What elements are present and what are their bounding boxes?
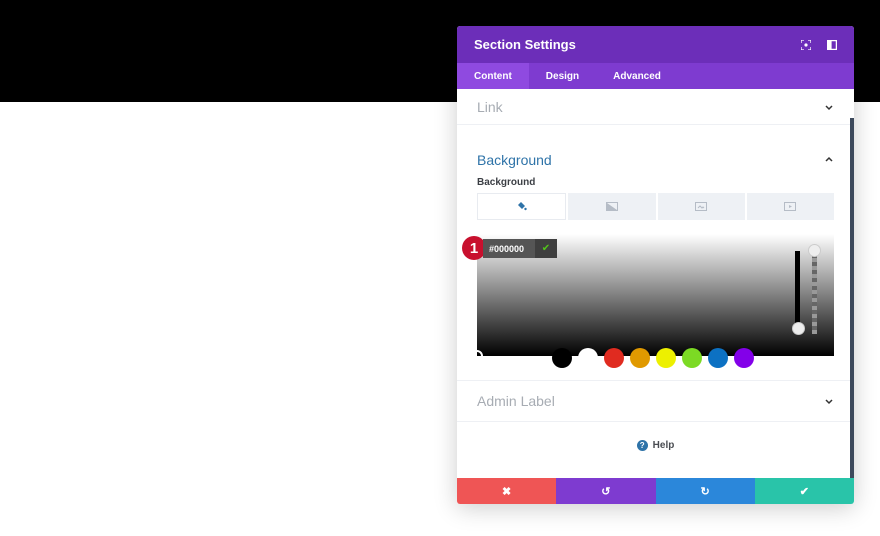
swatch-green[interactable] [682, 348, 702, 368]
hex-confirm-button[interactable]: ✔ [535, 239, 557, 258]
chevron-down-icon [824, 396, 834, 406]
bg-tab-gradient[interactable] [568, 193, 656, 220]
section-admin-label-title: Admin Label [477, 393, 555, 409]
swatch-blue[interactable] [708, 348, 728, 368]
scrollbar[interactable] [850, 118, 854, 478]
swatch-black[interactable] [552, 348, 572, 368]
undo-button[interactable]: ↺ [556, 478, 656, 504]
paint-bucket-icon [516, 198, 527, 216]
background-field-label: Background [477, 177, 536, 188]
color-picker[interactable]: 1 #000000 ✔ [462, 234, 834, 368]
section-link[interactable]: Link [457, 89, 854, 125]
section-background-header[interactable]: Background [457, 125, 854, 177]
opacity-slider-track[interactable] [812, 254, 817, 334]
tab-advanced[interactable]: Advanced [596, 63, 678, 89]
modal-header: Section Settings [457, 26, 854, 63]
modal-title: Section Settings [474, 37, 576, 52]
modal-body: Link Background Background 1 #000000 ✔ A… [457, 89, 854, 478]
swatch-orange[interactable] [630, 348, 650, 368]
opacity-slider-handle[interactable] [808, 244, 821, 257]
section-settings-modal: Section Settings Content Design Advanced… [457, 26, 854, 504]
bg-tab-video[interactable] [746, 193, 834, 220]
swatch-yellow[interactable] [656, 348, 676, 368]
modal-footer: ✖ ↺ ↻ ✔ [457, 478, 854, 504]
redo-button[interactable]: ↻ [655, 478, 755, 504]
section-admin-label[interactable]: Admin Label [457, 380, 854, 422]
help-icon: ? [636, 440, 648, 451]
tab-design[interactable]: Design [529, 63, 596, 89]
section-link-title: Link [477, 98, 503, 115]
hue-slider-handle[interactable] [792, 322, 805, 335]
chevron-up-icon [824, 155, 834, 165]
chevron-down-icon [824, 102, 834, 112]
fullscreen-icon[interactable] [801, 39, 811, 50]
color-swatches [552, 348, 754, 368]
background-type-tabs [477, 193, 834, 220]
help-label: Help [652, 440, 675, 451]
hue-slider-track[interactable] [795, 251, 800, 331]
hex-color-input[interactable]: #000000 [483, 239, 535, 258]
hex-input-box: #000000 ✔ [483, 239, 557, 258]
tab-content[interactable]: Content [457, 63, 529, 89]
bg-tab-image[interactable] [657, 193, 745, 220]
video-icon [784, 198, 797, 216]
checkmark-icon: ✔ [541, 243, 551, 254]
saturation-handle[interactable] [471, 350, 483, 362]
section-background-title: Background [477, 152, 552, 168]
swatch-red[interactable] [604, 348, 624, 368]
bg-tab-color[interactable] [477, 193, 567, 220]
swatch-white[interactable] [578, 348, 598, 368]
save-button[interactable]: ✔ [754, 478, 854, 504]
image-icon [695, 198, 708, 216]
tab-bar: Content Design Advanced [457, 63, 854, 89]
cancel-button[interactable]: ✖ [457, 478, 557, 504]
help-link[interactable]: ? Help [457, 440, 854, 451]
gradient-icon [605, 198, 618, 216]
split-view-icon[interactable] [827, 39, 837, 50]
swatch-purple[interactable] [734, 348, 754, 368]
